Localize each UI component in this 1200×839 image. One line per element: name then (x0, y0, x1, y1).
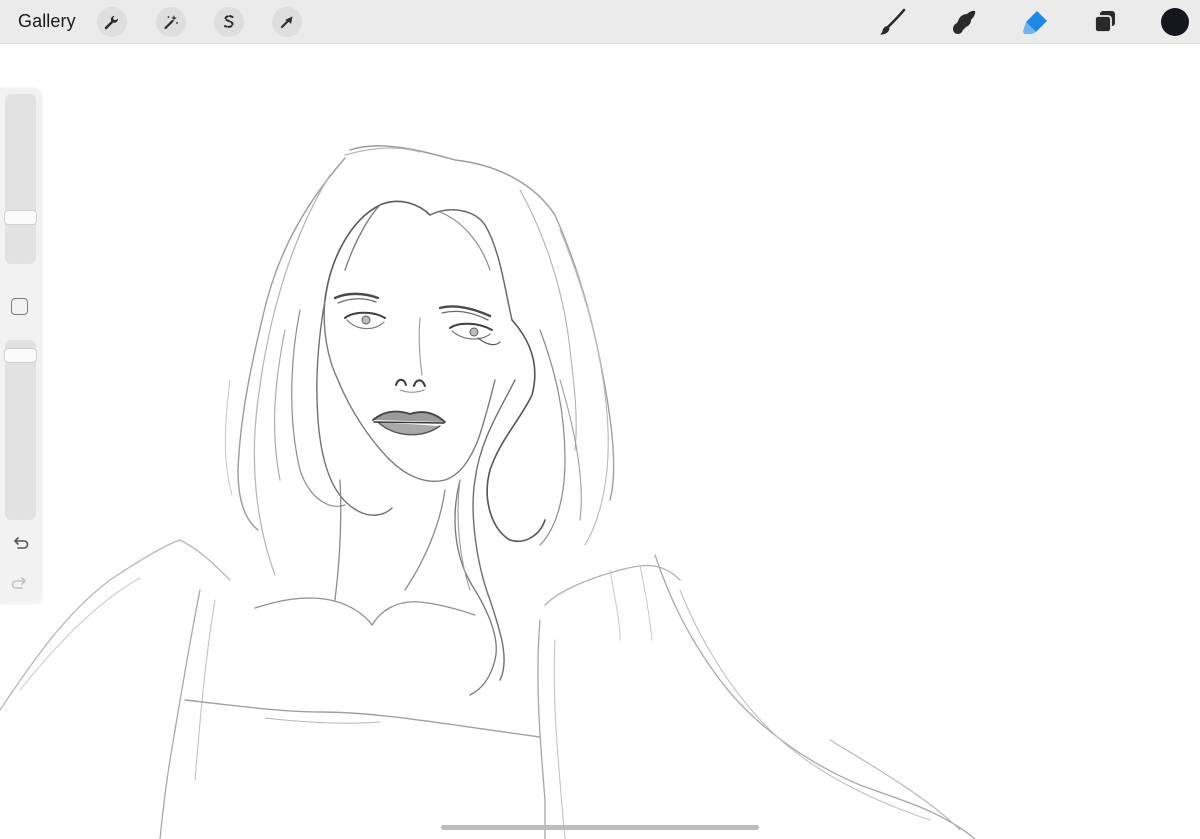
transform-button[interactable] (272, 7, 302, 37)
actions-button[interactable] (97, 7, 127, 37)
redo-button[interactable] (10, 574, 30, 594)
magic-wand-icon (164, 15, 178, 30)
redo-icon (11, 577, 26, 589)
gallery-button[interactable]: Gallery (18, 11, 76, 32)
smudge-tool-button[interactable] (948, 6, 980, 38)
brush-icon (880, 8, 906, 35)
opacity-handle[interactable] (4, 348, 37, 363)
top-toolbar: Gallery (0, 0, 1200, 44)
side-toolbar (0, 88, 42, 604)
color-picker-button[interactable] (1161, 8, 1189, 36)
undo-button[interactable] (10, 534, 30, 554)
modify-button[interactable] (11, 298, 28, 315)
eraser-tool-button[interactable] (1019, 6, 1051, 38)
procreate-app: Gallery (0, 0, 1200, 839)
sketch-artwork (0, 145, 976, 839)
selection-s-icon (224, 15, 234, 28)
home-indicator[interactable] (441, 825, 759, 830)
undo-icon (14, 537, 29, 549)
layers-button[interactable] (1089, 6, 1121, 38)
selection-button[interactable] (214, 7, 244, 37)
brush-size-slider[interactable] (4, 94, 37, 264)
brush-size-handle[interactable] (4, 210, 37, 225)
smudge-finger-icon (953, 10, 976, 35)
eraser-icon (1023, 11, 1047, 34)
layers-icon (1094, 11, 1115, 33)
opacity-slider[interactable] (4, 340, 37, 520)
adjustments-button[interactable] (156, 7, 186, 37)
brush-tool-button[interactable] (876, 6, 908, 38)
arrow-cursor-icon (281, 16, 293, 28)
drawing-canvas[interactable] (0, 44, 1200, 839)
wrench-icon (104, 15, 119, 30)
